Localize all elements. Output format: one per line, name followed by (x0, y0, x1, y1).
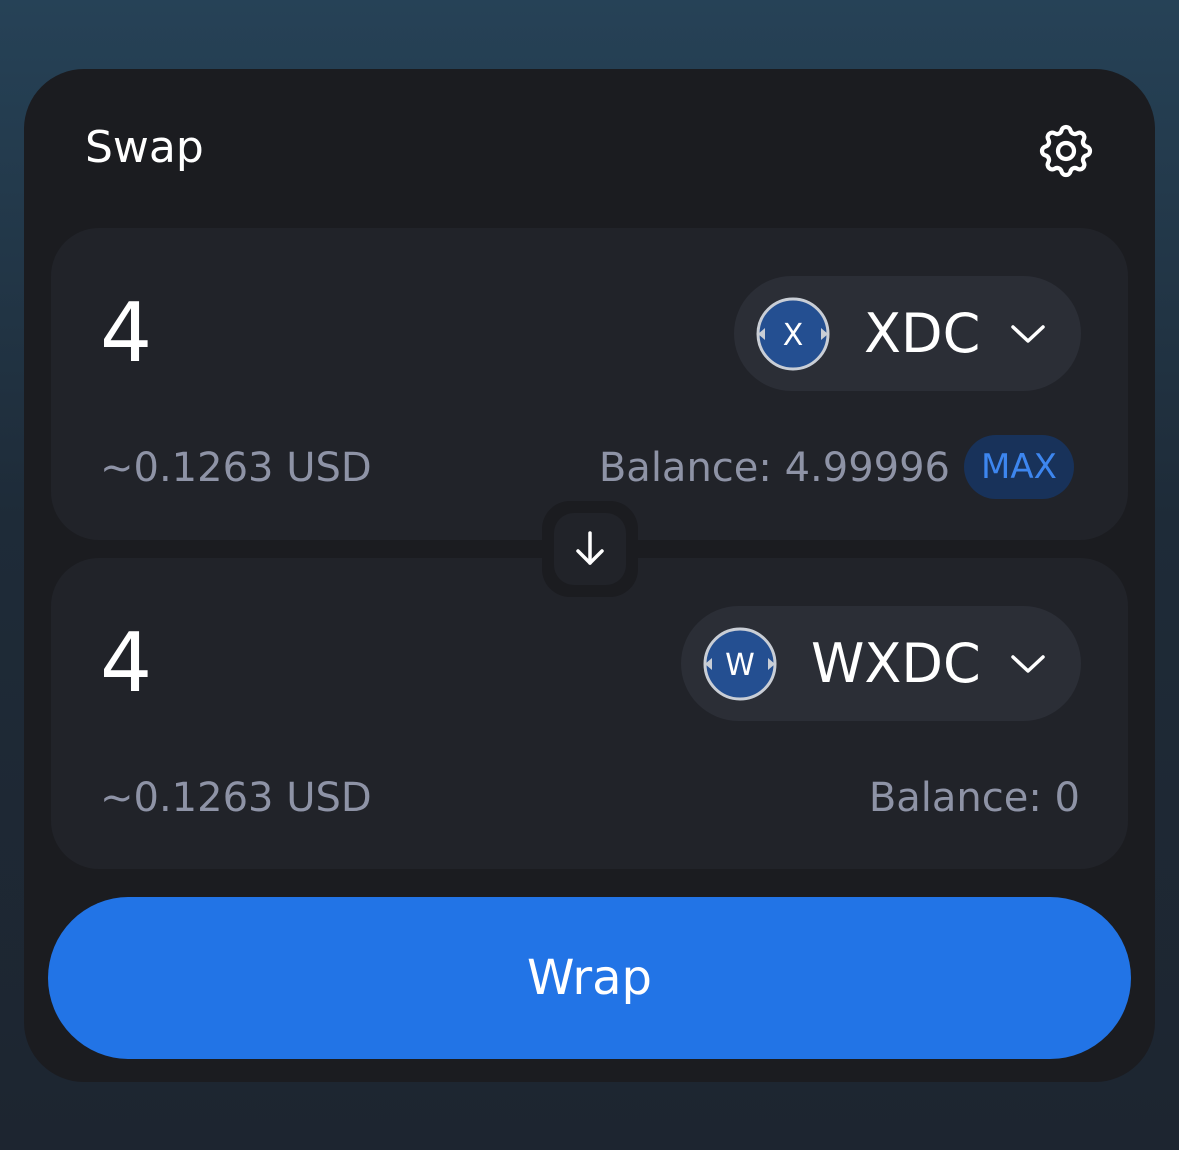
to-amount-input[interactable] (100, 613, 660, 713)
page-title: Swap (85, 122, 204, 173)
switch-tokens-inner (554, 513, 626, 585)
chevron-down-icon (1011, 654, 1045, 673)
from-token-symbol: XDC (864, 302, 981, 365)
to-token-panel: W WXDC ~0.1263 USD Balance: 0 (51, 558, 1128, 869)
settings-button[interactable] (1030, 115, 1102, 187)
wrap-button[interactable]: Wrap (48, 897, 1131, 1059)
chevron-down-icon (1011, 324, 1045, 343)
swap-card: Swap X XDC ~0.1263 USD Balance: 4.99996 … (24, 69, 1155, 1082)
to-token-select[interactable]: W WXDC (681, 606, 1081, 721)
from-token-panel: X XDC ~0.1263 USD Balance: 4.99996 MAX (51, 228, 1128, 540)
from-balance: Balance: 4.99996 (598, 445, 950, 491)
switch-tokens-button[interactable] (542, 501, 638, 597)
to-balance: Balance: 0 (868, 775, 1080, 821)
xdc-logo-letter: X (783, 318, 804, 353)
gear-icon (1039, 124, 1093, 178)
to-token-symbol: WXDC (811, 632, 981, 695)
from-usd-value: ~0.1263 USD (100, 445, 372, 491)
from-token-select[interactable]: X XDC (734, 276, 1081, 391)
wxdc-logo-letter: W (725, 648, 755, 683)
arrow-down-icon (576, 531, 604, 565)
wxdc-token-logo: W (703, 627, 777, 700)
max-button[interactable]: MAX (964, 435, 1074, 499)
from-amount-input[interactable] (100, 283, 660, 383)
xdc-token-logo: X (756, 297, 830, 370)
to-usd-value: ~0.1263 USD (100, 775, 372, 821)
